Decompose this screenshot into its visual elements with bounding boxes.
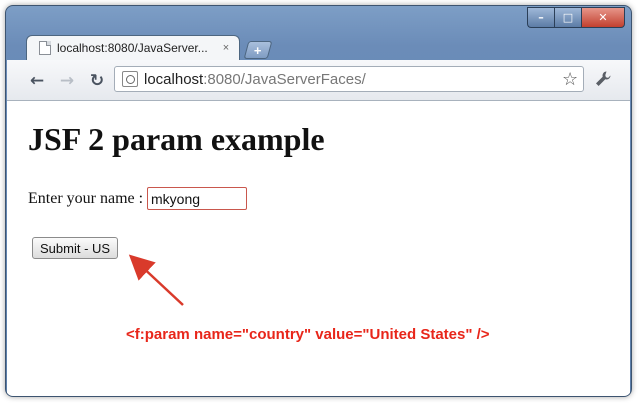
new-tab-button[interactable]: + bbox=[243, 41, 273, 59]
annotation-text: <f:param name="country" value="United St… bbox=[126, 326, 490, 343]
reload-button[interactable]: ↻ bbox=[87, 71, 107, 91]
page-content: JSF 2 param example Enter your name : Su… bbox=[7, 101, 630, 396]
bookmark-star-icon[interactable]: ☆ bbox=[562, 69, 578, 90]
maximize-button[interactable]: □ bbox=[554, 7, 581, 28]
plus-icon: + bbox=[254, 42, 262, 58]
wrench-icon[interactable] bbox=[594, 70, 612, 93]
address-bar[interactable]: localhost:8080/JavaServerFaces/ bbox=[114, 66, 584, 92]
tab-title: localhost:8080/JavaServer... bbox=[57, 41, 208, 55]
close-window-button[interactable]: ✕ bbox=[581, 7, 625, 28]
forward-button[interactable]: → bbox=[57, 71, 77, 91]
url-path: :8080/JavaServerFaces/ bbox=[203, 70, 366, 88]
close-tab-icon[interactable]: × bbox=[219, 42, 233, 54]
annotation-arrow bbox=[128, 254, 184, 306]
page-icon bbox=[39, 41, 51, 55]
minimize-button[interactable]: – bbox=[527, 7, 554, 28]
window-controls: – □ ✕ bbox=[527, 7, 625, 28]
wrench-svg bbox=[596, 71, 611, 86]
url-host: localhost bbox=[144, 70, 204, 88]
back-button[interactable]: ← bbox=[27, 71, 47, 91]
browser-tab[interactable]: localhost:8080/JavaServer... × bbox=[26, 35, 240, 60]
browser-toolbar: ← → ↻ localhost:8080/JavaServerFaces/ ☆ bbox=[7, 60, 630, 101]
browser-window: – □ ✕ localhost:8080/JavaServer... × + ←… bbox=[5, 5, 632, 397]
globe-icon bbox=[122, 71, 138, 87]
